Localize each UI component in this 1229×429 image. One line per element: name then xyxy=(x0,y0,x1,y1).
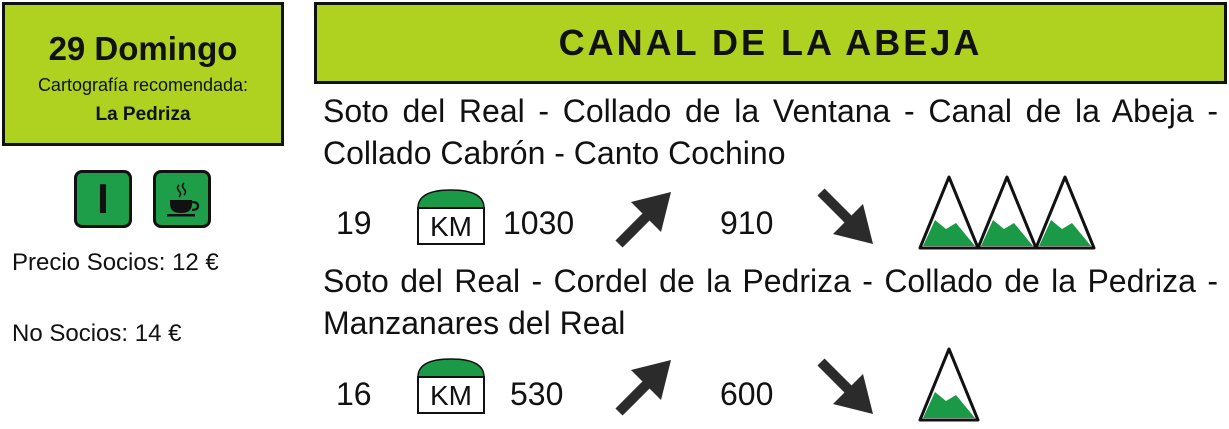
km-icon: KM xyxy=(417,189,485,245)
price-non-members: No Socios: 14 € xyxy=(12,320,182,347)
route-1-distance: 19 xyxy=(336,205,372,241)
ascent-arrow-icon xyxy=(615,192,671,248)
mountain-icon xyxy=(918,347,980,422)
route-2-distance: 16 xyxy=(336,376,372,412)
route-2-ascent: 530 xyxy=(510,376,564,412)
title-box: CANAL DE LA ABEJA xyxy=(314,2,1227,84)
event-date: 29 Domingo xyxy=(48,30,238,67)
mountain-icon xyxy=(976,175,1038,250)
route-2-difficulty xyxy=(918,346,980,422)
route-2-name: Soto del Real - Cordel de la Pedriza - C… xyxy=(323,263,1218,341)
descent-arrow-icon xyxy=(817,358,873,414)
route-1-ascent: 1030 xyxy=(503,205,575,241)
level-badge: I xyxy=(74,170,132,228)
price-members: Precio Socios: 12 € xyxy=(12,249,219,276)
coffee-cup-icon xyxy=(153,170,211,228)
date-box: 29 Domingo Cartografía recomendada: La P… xyxy=(2,2,284,146)
cartography-label: Cartografía recomendada: xyxy=(37,75,249,95)
level-badge-label: I xyxy=(97,175,109,222)
route-1-descent: 910 xyxy=(720,205,774,241)
route-title: CANAL DE LA ABEJA xyxy=(558,22,983,63)
route-1-name: Soto del Real - Collado de la Ventana - … xyxy=(323,93,1218,171)
cartography-map: La Pedriza xyxy=(95,104,191,125)
route-1-difficulty xyxy=(918,174,1096,250)
ascent-arrow-icon xyxy=(615,360,671,416)
mountain-icon xyxy=(1034,175,1096,250)
km-label: KM xyxy=(430,380,472,411)
route-2-descent: 600 xyxy=(720,376,774,412)
mountain-icon xyxy=(918,175,980,250)
km-label: KM xyxy=(430,211,472,242)
descent-arrow-icon xyxy=(817,188,873,244)
km-icon: KM xyxy=(417,358,485,414)
